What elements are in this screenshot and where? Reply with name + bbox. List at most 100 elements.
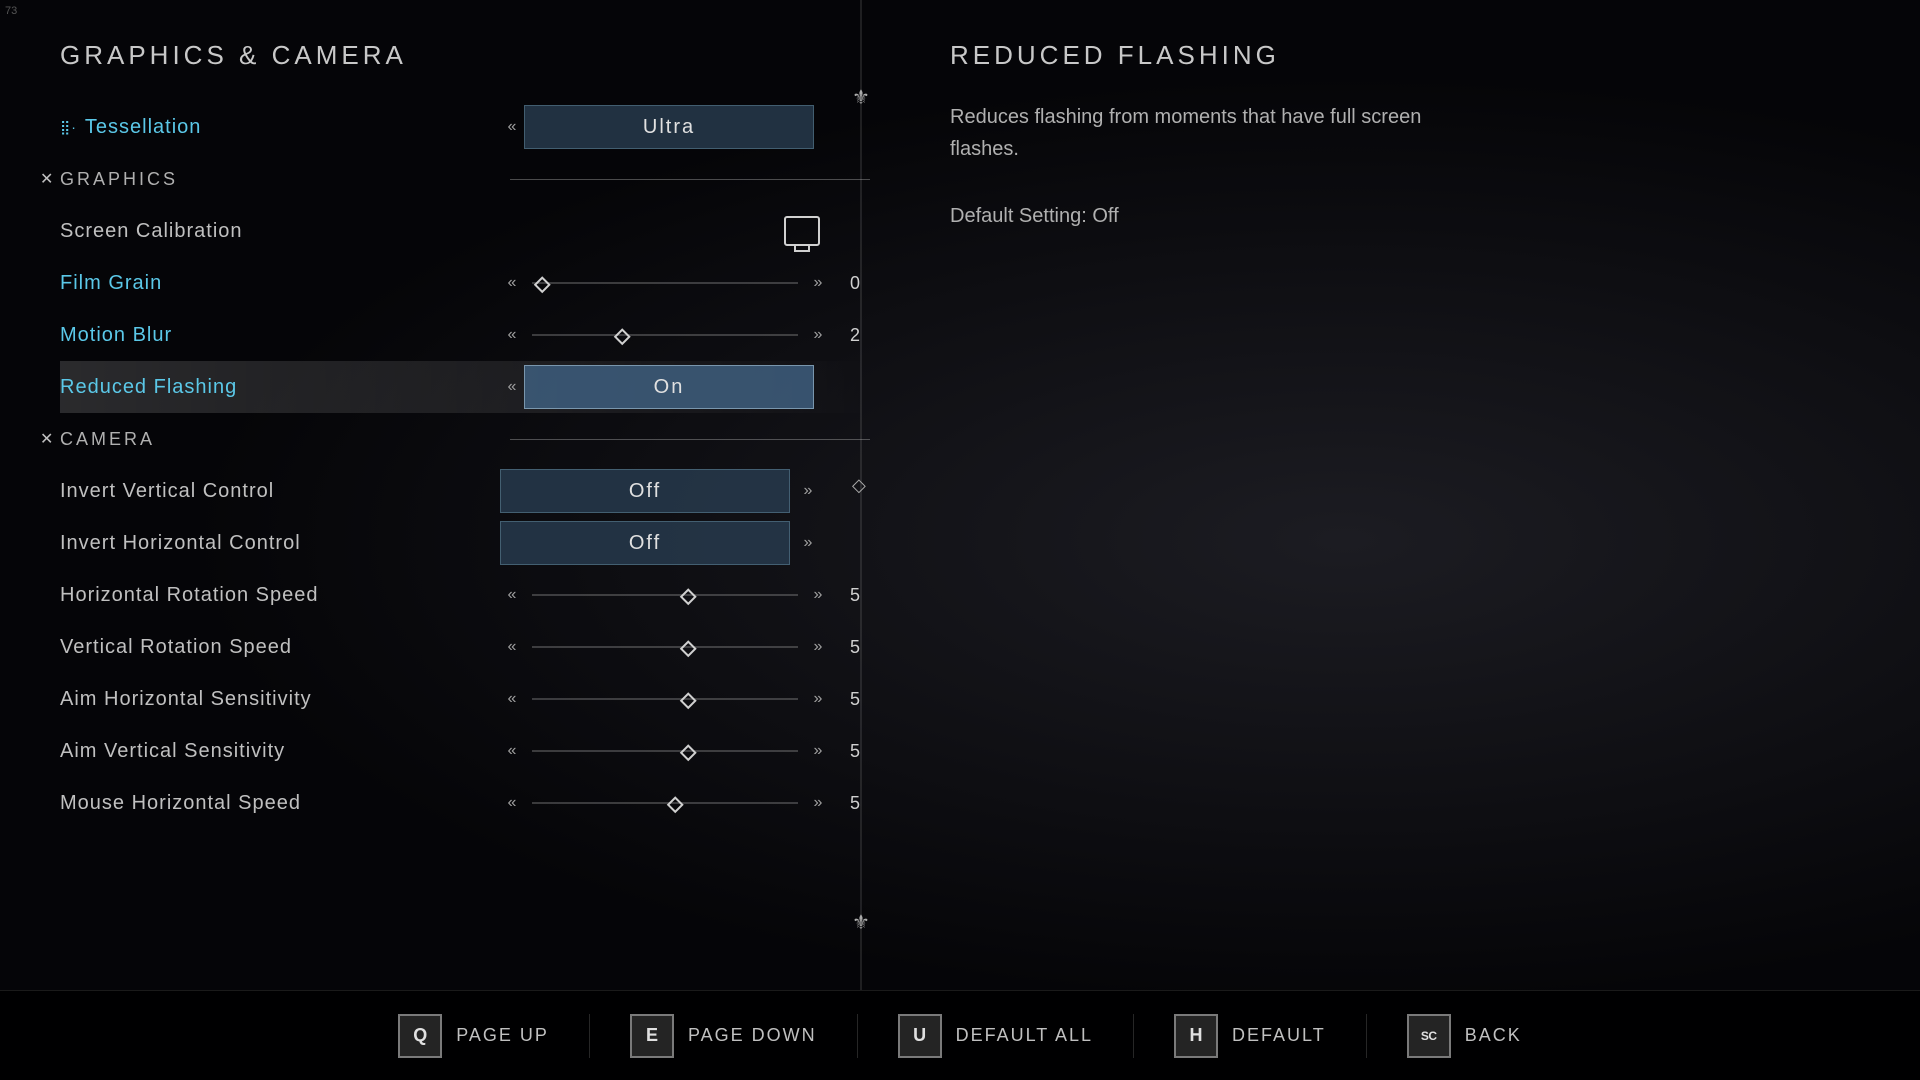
screen-calibration-label: Screen Calibration (60, 220, 500, 243)
graphics-asterisk: ✕ (40, 169, 53, 189)
invert-vertical-value: Off (500, 469, 790, 513)
default-label: DEFAULT (1232, 1025, 1326, 1046)
horizontal-rotation-arrow-right[interactable]: » (806, 586, 830, 604)
setting-item-horizontal-rotation[interactable]: Horizontal Rotation Speed « » 5 (60, 569, 870, 621)
screen-calibration-control (500, 216, 860, 246)
film-grain-control: « » 0 (500, 273, 860, 294)
horizontal-rotation-value: 5 (830, 585, 860, 606)
aim-horizontal-value: 5 (830, 689, 860, 710)
setting-item-reduced-flashing[interactable]: Reduced Flashing « On (60, 361, 870, 413)
horizontal-rotation-thumb (680, 588, 697, 605)
detail-default: Default Setting: Off (950, 205, 1860, 228)
vertical-rotation-value: 5 (830, 637, 860, 658)
detail-description: Reduces flashing from moments that have … (950, 101, 1450, 165)
default-all-label: DEFAULT ALL (956, 1025, 1093, 1046)
setting-item-tessellation[interactable]: ⣿· Tessellation « Ultra (60, 101, 870, 153)
setting-item-aim-vertical[interactable]: Aim Vertical Sensitivity « » 5 (60, 725, 870, 777)
film-grain-arrow-left[interactable]: « (500, 274, 524, 292)
tessellation-value: Ultra (524, 105, 814, 149)
setting-item-invert-horizontal[interactable]: Invert Horizontal Control Off » (60, 517, 870, 569)
scroll-bottom-marker: ⚜ (852, 910, 870, 935)
back-action[interactable]: SC BACK (1367, 1014, 1562, 1058)
mouse-horizontal-arrow-right[interactable]: » (806, 794, 830, 812)
graphics-label: GRAPHICS (60, 169, 500, 190)
page-up-action[interactable]: Q PAGE UP (358, 1014, 590, 1058)
tessellation-label: Tessellation (85, 116, 202, 139)
left-panel-title: GRAPHICS & CAMERA (60, 40, 870, 71)
film-grain-label: Film Grain (60, 272, 500, 295)
setting-item-screen-calibration[interactable]: Screen Calibration (60, 205, 870, 257)
vertical-rotation-arrow-left[interactable]: « (500, 638, 524, 656)
reduced-flashing-arrow-left[interactable]: « (500, 378, 524, 396)
film-grain-arrow-right[interactable]: » (806, 274, 830, 292)
default-all-key: U (898, 1014, 942, 1058)
mouse-horizontal-arrow-left[interactable]: « (500, 794, 524, 812)
mouse-horizontal-value: 5 (830, 793, 860, 814)
horizontal-rotation-control: « » 5 (500, 585, 860, 606)
aim-horizontal-track (532, 698, 798, 700)
vertical-rotation-thumb (680, 640, 697, 657)
invert-horizontal-control: Off » (500, 521, 860, 565)
setting-item-aim-horizontal[interactable]: Aim Horizontal Sensitivity « » 5 (60, 673, 870, 725)
detail-title: REDUCED FLASHING (950, 40, 1860, 71)
page-down-key: E (630, 1014, 674, 1058)
tessellation-icon: ⣿· (60, 119, 77, 136)
motion-blur-thumb (614, 328, 631, 345)
horizontal-rotation-arrow-left[interactable]: « (500, 586, 524, 604)
graphics-category: ✕ GRAPHICS (60, 153, 870, 205)
aim-vertical-value: 5 (830, 741, 860, 762)
mouse-horizontal-thumb (667, 796, 684, 813)
aim-horizontal-arrow-left[interactable]: « (500, 690, 524, 708)
default-key: H (1174, 1014, 1218, 1058)
aim-vertical-arrow-right[interactable]: » (806, 742, 830, 760)
aim-horizontal-arrow-right[interactable]: » (806, 690, 830, 708)
aim-vertical-track (532, 750, 798, 752)
setting-item-film-grain[interactable]: Film Grain « » 0 (60, 257, 870, 309)
film-grain-value: 0 (830, 273, 860, 294)
vertical-rotation-track (532, 646, 798, 648)
default-setting-value: Off (1092, 205, 1118, 227)
horizontal-rotation-track (532, 594, 798, 596)
motion-blur-arrow-left[interactable]: « (500, 326, 524, 344)
motion-blur-arrow-right[interactable]: » (806, 326, 830, 344)
aim-vertical-arrow-left[interactable]: « (500, 742, 524, 760)
page-up-label: PAGE UP (456, 1025, 549, 1046)
scroll-middle-marker: ◇ (852, 475, 866, 496)
tessellation-control: « Ultra (500, 105, 860, 149)
page-down-label: PAGE DOWN (688, 1025, 817, 1046)
reduced-flashing-label: Reduced Flashing (60, 376, 500, 399)
setting-item-motion-blur[interactable]: Motion Blur « » 2 (60, 309, 870, 361)
setting-item-vertical-rotation[interactable]: Vertical Rotation Speed « » 5 (60, 621, 870, 673)
tessellation-arrow-left[interactable]: « (500, 118, 524, 136)
right-panel: REDUCED FLASHING Reduces flashing from m… (870, 0, 1920, 990)
default-action[interactable]: H DEFAULT (1134, 1014, 1367, 1058)
setting-item-invert-vertical[interactable]: Invert Vertical Control Off » (60, 465, 870, 517)
aim-vertical-label: Aim Vertical Sensitivity (60, 740, 500, 763)
page-down-action[interactable]: E PAGE DOWN (590, 1014, 858, 1058)
page-up-key: Q (398, 1014, 442, 1058)
aim-vertical-thumb (680, 744, 697, 761)
default-all-action[interactable]: U DEFAULT ALL (858, 1014, 1134, 1058)
panel-divider: ⚜ ◇ ⚜ (860, 0, 862, 990)
mouse-horizontal-label: Mouse Horizontal Speed (60, 792, 500, 815)
screen-calibration-icon (784, 216, 820, 246)
motion-blur-value: 2 (830, 325, 860, 346)
camera-category: ✕ CAMERA (60, 413, 870, 465)
aim-horizontal-control: « » 5 (500, 689, 860, 710)
camera-label: CAMERA (60, 429, 500, 450)
invert-horizontal-label: Invert Horizontal Control (60, 532, 500, 555)
invert-horizontal-value: Off (500, 521, 790, 565)
vertical-rotation-label: Vertical Rotation Speed (60, 636, 500, 659)
aim-horizontal-thumb (680, 692, 697, 709)
left-panel: GRAPHICS & CAMERA ⣿· Tessellation « Ultr… (0, 0, 870, 990)
invert-horizontal-arrow-right[interactable]: » (796, 534, 820, 552)
vertical-rotation-arrow-right[interactable]: » (806, 638, 830, 656)
setting-item-mouse-horizontal[interactable]: Mouse Horizontal Speed « » 5 (60, 777, 870, 829)
back-key: SC (1407, 1014, 1451, 1058)
motion-blur-track (532, 334, 798, 336)
reduced-flashing-control: « On (500, 365, 860, 409)
aim-horizontal-label: Aim Horizontal Sensitivity (60, 688, 500, 711)
camera-asterisk: ✕ (40, 429, 53, 449)
film-grain-track (532, 282, 798, 284)
invert-vertical-arrow-right[interactable]: » (796, 482, 820, 500)
